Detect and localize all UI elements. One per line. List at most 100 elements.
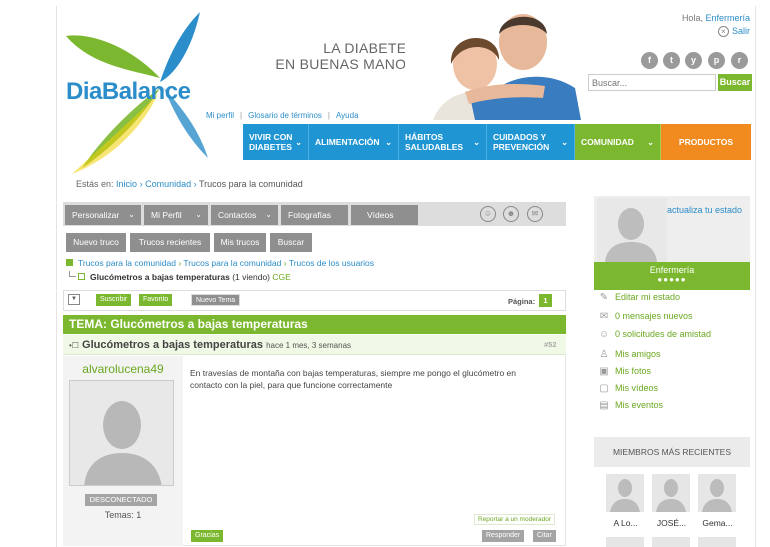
breadcrumb: Estás en: Inicio › Comunidad › Trucos pa… — [76, 179, 303, 189]
youtube-icon[interactable]: y — [685, 52, 702, 69]
chevron-down-icon: ⌄ — [647, 138, 654, 147]
post-time: hace 1 mes, 3 semanas — [266, 341, 352, 350]
tree-link-2[interactable]: Trucos para la comunidad — [183, 258, 281, 268]
subtab-mis-trucos[interactable]: Mis trucos — [214, 233, 266, 252]
nav-alimentacion[interactable]: ALIMENTACIÓN ⌄ — [309, 124, 399, 160]
member-avatar[interactable] — [652, 474, 690, 512]
person-icon: ♙ — [599, 349, 609, 360]
post-content: En travesías de montaña con bajas temper… — [190, 368, 517, 390]
add-friend-icon: ☺ — [598, 329, 610, 340]
my-events-link[interactable]: ▤ Mis eventos — [598, 400, 663, 411]
subscribe-button[interactable]: Suscribir — [96, 294, 132, 306]
my-photos-link[interactable]: ▣ Mis fotos — [598, 366, 651, 377]
hero-couple-image — [405, 8, 585, 120]
user-name-link[interactable]: Enfermería — [705, 13, 750, 23]
search-button[interactable]: Buscar — [718, 74, 752, 91]
tab-mi-perfil[interactable]: Mi Perfil ⌄ — [144, 205, 208, 225]
my-profile-link[interactable]: Mi perfil — [206, 111, 234, 120]
post-header: •☐ Glucómetros a bajas temperaturas hace… — [63, 335, 566, 355]
contacts-icon[interactable]: ☺ — [480, 206, 496, 222]
author-name[interactable]: alvarolucena49 — [63, 362, 183, 376]
subtab-nuevo-truco[interactable]: Nuevo truco — [66, 233, 126, 252]
slogan-line-2: EN BUENAS MANOS — [275, 56, 416, 72]
recent-members-title: MIEMBROS MÁS RECIENTES — [594, 437, 750, 467]
update-status-link[interactable]: actualiza tu estado — [667, 205, 742, 215]
topic-folder-icon — [78, 273, 85, 280]
breadcrumb-section[interactable]: Comunidad — [145, 179, 191, 189]
search-input[interactable] — [588, 74, 716, 91]
tab-videos[interactable]: Vídeos — [351, 205, 418, 225]
member-avatar[interactable] — [698, 474, 736, 512]
my-friends-link[interactable]: ♙ Mis amigos — [598, 349, 661, 360]
post-title: Glucómetros a bajas temperaturas — [82, 339, 264, 351]
close-icon: × — [717, 26, 729, 37]
brand-name: DiaBalance — [66, 78, 191, 105]
page-number[interactable]: 1 — [539, 294, 552, 307]
nav-cuidados-prevencion[interactable]: CUIDADOS Y PREVENCIÓN ⌄ — [487, 124, 575, 160]
avatar-placeholder-icon — [606, 474, 644, 512]
avatar-placeholder-icon — [597, 198, 667, 262]
chevron-down-icon: ⌄ — [473, 138, 480, 147]
avatar-placeholder-icon — [698, 474, 736, 512]
member-name[interactable]: Gema... — [695, 518, 740, 528]
tree-topic-tag[interactable]: CGE — [272, 272, 290, 282]
post-number[interactable]: #52 — [544, 340, 557, 349]
edit-status-link[interactable]: ✎ Editar mi estado — [598, 292, 680, 303]
new-topic-button[interactable]: Nuevo Tema — [191, 294, 241, 306]
rss-icon[interactable]: r — [731, 52, 748, 69]
nav-habitos-saludables[interactable]: HÁBITOS SALUDABLES ⌄ — [399, 124, 487, 160]
friend-requests-icon[interactable]: ☻ — [503, 206, 519, 222]
slogan-line-1: LA DIABETES — [323, 40, 416, 56]
forum-tree-path: Trucos para la comunidad › Trucos para l… — [66, 258, 374, 268]
logout-link[interactable]: × Salir — [690, 26, 750, 37]
forum-folder-icon — [66, 259, 73, 266]
tab-contactos[interactable]: Contactos ⌄ — [211, 205, 278, 225]
pinterest-icon[interactable]: p — [708, 52, 725, 69]
page-label: Página: — [508, 297, 536, 306]
nav-comunidad[interactable]: COMUNIDAD ⌄ — [575, 124, 661, 160]
calendar-icon: ▤ — [599, 400, 609, 411]
author-avatar[interactable] — [69, 380, 174, 486]
member-name[interactable]: JOSÉ... — [649, 518, 694, 528]
favorite-button[interactable]: Favorito — [139, 294, 173, 306]
tab-fotografias[interactable]: Fotografías — [281, 205, 348, 225]
nav-vivir-con-diabetes[interactable]: VIVIR CON DIABETES ⌄ — [243, 124, 309, 160]
photo-icon: ▣ — [599, 366, 609, 377]
nav-productos[interactable]: PRODUCTOS — [661, 124, 751, 160]
report-moderator-link[interactable]: Reportar a un moderador — [474, 514, 555, 525]
help-link[interactable]: Ayuda — [336, 111, 359, 120]
quote-button[interactable]: Citar — [533, 530, 556, 542]
member-name[interactable]: A Lo... — [603, 518, 648, 528]
breadcrumb-home[interactable]: Inicio — [116, 179, 137, 189]
mail-icon[interactable]: ✉ — [527, 206, 543, 222]
sidebar-avatar[interactable] — [597, 198, 667, 262]
member-avatar[interactable] — [606, 537, 644, 547]
glossary-link[interactable]: Glosario de términos — [248, 111, 322, 120]
my-videos-link[interactable]: ▢ Mis vídeos — [598, 383, 658, 394]
thanks-button[interactable]: Gracias — [191, 530, 224, 542]
envelope-icon: ✉ — [599, 311, 609, 322]
chevron-down-icon: ⌄ — [561, 138, 568, 147]
member-avatar[interactable] — [606, 474, 644, 512]
tree-link-3[interactable]: Trucos de los usuarios — [289, 258, 374, 268]
chevron-down-icon: ⌄ — [295, 138, 302, 147]
breadcrumb-current: Trucos para la comunidad — [198, 179, 303, 189]
facebook-icon[interactable]: f — [641, 52, 658, 69]
topic-title-bar: TEMA: Glucómetros a bajas temperaturas — [63, 315, 566, 334]
messages-link[interactable]: ✉ 0 mensajes nuevos — [598, 311, 693, 322]
member-avatar[interactable] — [698, 537, 736, 547]
subtab-buscar[interactable]: Buscar — [270, 233, 312, 252]
twitter-icon[interactable]: t — [663, 52, 680, 69]
forum-tree-topic: Glucómetros a bajas temperaturas (1 vien… — [66, 271, 291, 282]
subtab-trucos-recientes[interactable]: Trucos recientes — [130, 233, 210, 252]
tree-link-1[interactable]: Trucos para la comunidad — [78, 258, 176, 268]
member-avatar[interactable] — [652, 537, 690, 547]
tab-personalizar[interactable]: Personalizar ⌄ — [65, 205, 141, 225]
friend-requests-link[interactable]: ☺ 0 solicitudes de amistad — [598, 329, 711, 340]
chevron-down-icon: ⌄ — [385, 138, 392, 147]
avatar-placeholder-icon — [652, 474, 690, 512]
tree-topic-title: Glucómetros a bajas temperaturas — [90, 272, 230, 282]
reply-button[interactable]: Responder — [482, 530, 525, 542]
video-icon: ▢ — [599, 383, 609, 394]
collapse-toggle-icon[interactable]: ▼ — [68, 294, 80, 305]
